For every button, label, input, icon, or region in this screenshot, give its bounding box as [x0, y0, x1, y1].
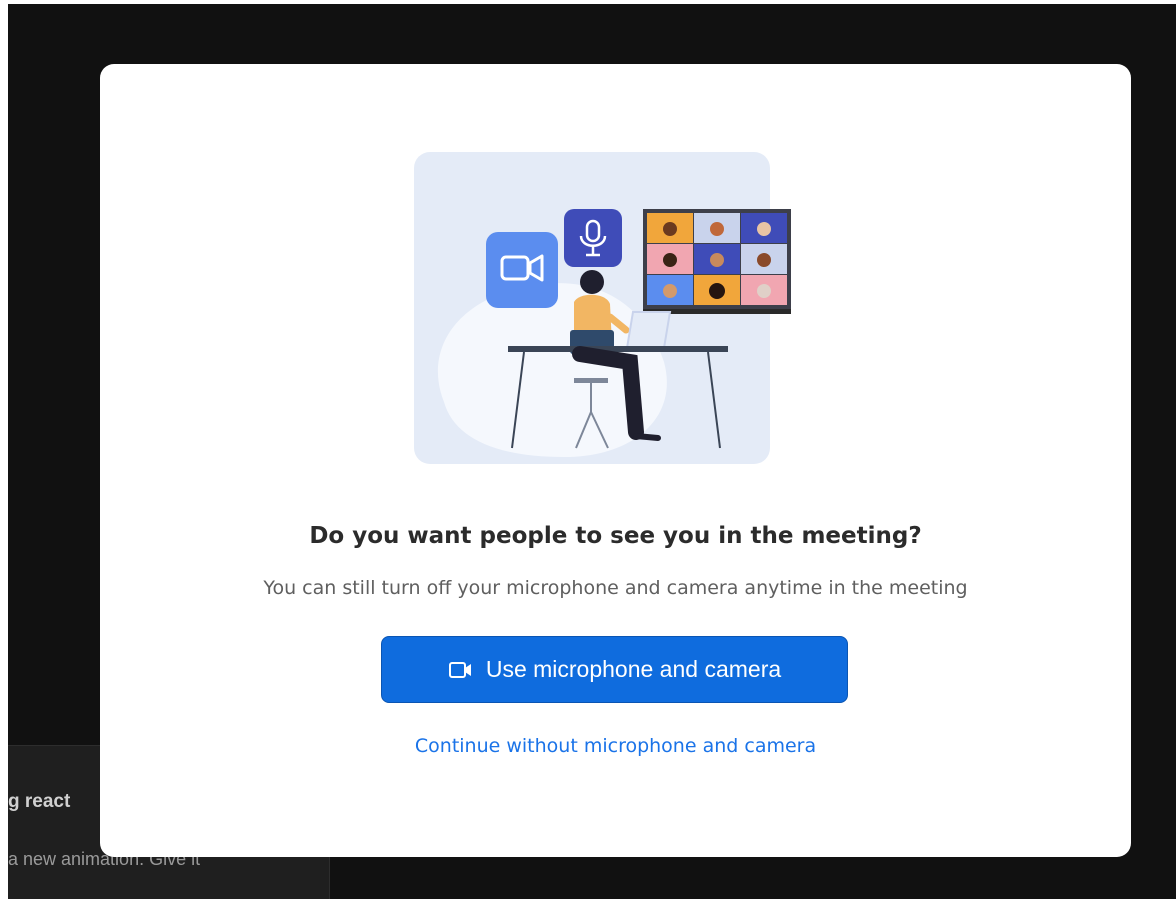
use-microphone-and-camera-button[interactable]: Use microphone and camera — [381, 636, 848, 703]
video-grid-screen — [643, 209, 791, 314]
meeting-illustration — [414, 152, 791, 464]
video-camera-icon — [448, 661, 471, 678]
microphone-icon — [564, 209, 622, 267]
dialog-title: Do you want people to see you in the mee… — [309, 523, 922, 549]
continue-without-devices-link[interactable]: Continue without microphone and camera — [100, 735, 1131, 757]
video-camera-icon — [486, 232, 558, 308]
use-microphone-and-camera-label: Use microphone and camera — [485, 656, 782, 682]
dialog-subtitle: You can still turn off your microphone a… — [263, 577, 968, 599]
device-permission-dialog: Do you want people to see you in the mee… — [100, 64, 1131, 857]
screen: g react a new animation. Give it Do you … — [0, 0, 1176, 899]
toast-title: g react — [8, 791, 71, 812]
